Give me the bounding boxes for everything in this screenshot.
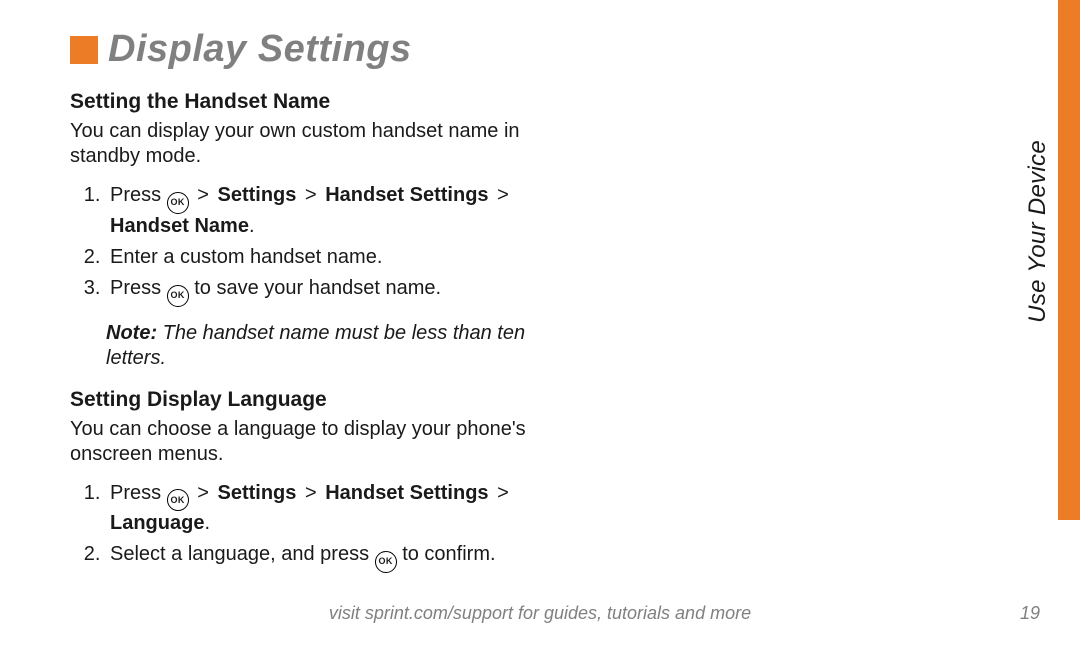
section-heading-display-language: Setting Display Language <box>70 387 580 413</box>
path-handset-name: Handset Name <box>110 215 249 237</box>
step-text: . <box>204 512 210 534</box>
step-text: Press <box>110 482 167 504</box>
section1-step2: Enter a custom handset name. <box>106 245 580 270</box>
page-title: Display Settings <box>108 28 412 71</box>
ok-button-icon: OK <box>167 285 189 307</box>
step-text: to confirm. <box>397 543 496 565</box>
ok-button-icon: OK <box>375 551 397 573</box>
breadcrumb-separator: > <box>489 482 512 504</box>
step-text: Select a language, and press <box>110 543 375 565</box>
section2-step2: Select a language, and press OK to confi… <box>106 542 580 573</box>
step-text: . <box>249 215 255 237</box>
breadcrumb-separator: > <box>489 184 512 206</box>
breadcrumb-separator: > <box>296 184 325 206</box>
path-handset-settings: Handset Settings <box>325 184 488 206</box>
title-row: Display Settings <box>70 28 1010 71</box>
manual-page: Display Settings Setting the Handset Nam… <box>0 0 1080 648</box>
note-label: Note: <box>106 322 157 344</box>
section1-step1: Press OK > Settings > Handset Settings >… <box>106 183 580 239</box>
path-language: Language <box>110 512 204 534</box>
note-text: The handset name must be less than ten l… <box>106 322 525 369</box>
section1-intro: You can display your own custom handset … <box>70 119 580 169</box>
side-tab-label: Use Your Device <box>1024 140 1052 323</box>
step-text: Press <box>110 184 167 206</box>
title-accent-block <box>70 36 98 64</box>
footer-text: visit sprint.com/support for guides, tut… <box>0 603 1080 624</box>
ok-button-icon: OK <box>167 489 189 511</box>
side-accent-strip <box>1058 0 1080 520</box>
breadcrumb-separator: > <box>296 482 325 504</box>
section2-intro: You can choose a language to display you… <box>70 417 580 467</box>
section1-step3: Press OK to save your handset name. <box>106 276 580 307</box>
section1-note: Note: The handset name must be less than… <box>106 321 580 371</box>
path-handset-settings: Handset Settings <box>325 482 488 504</box>
ok-button-icon: OK <box>167 192 189 214</box>
breadcrumb-separator: > <box>189 482 218 504</box>
breadcrumb-separator: > <box>189 184 218 206</box>
body-column: Setting the Handset Name You can display… <box>70 89 580 573</box>
section2-steps: Press OK > Settings > Handset Settings >… <box>70 481 580 573</box>
section-heading-handset-name: Setting the Handset Name <box>70 89 580 115</box>
section1-steps: Press OK > Settings > Handset Settings >… <box>70 183 580 306</box>
step-text: to save your handset name. <box>189 277 441 299</box>
section2-step1: Press OK > Settings > Handset Settings >… <box>106 481 580 537</box>
path-settings: Settings <box>217 184 296 206</box>
page-number: 19 <box>1020 603 1040 624</box>
step-text: Press <box>110 277 167 299</box>
path-settings: Settings <box>217 482 296 504</box>
